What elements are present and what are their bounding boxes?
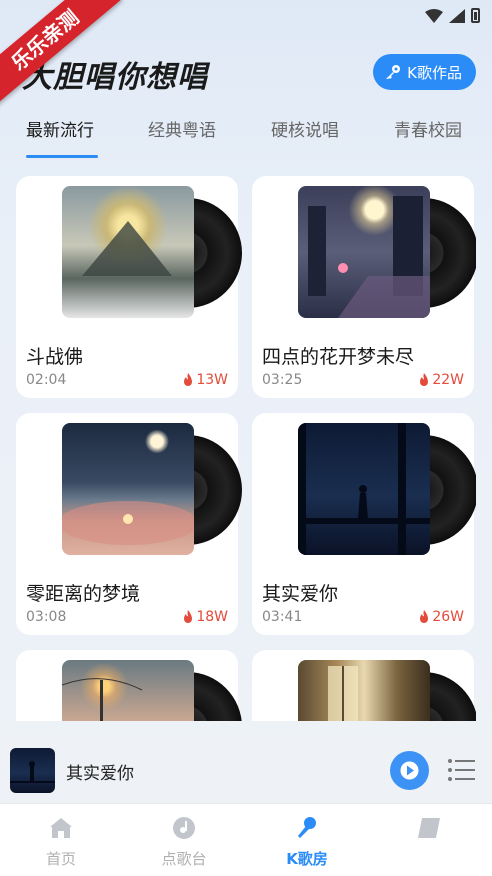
nav-profile[interactable]: [379, 804, 479, 876]
song-cover: [62, 423, 194, 555]
nav-home[interactable]: 首页: [11, 804, 111, 876]
nav-song-request[interactable]: 点歌台: [134, 804, 234, 876]
song-cover: [298, 423, 430, 555]
fire-icon: [420, 610, 429, 623]
now-playing-title: 其实爱你: [66, 764, 134, 784]
song-card[interactable]: [16, 650, 242, 721]
music-disc-icon: [173, 817, 195, 839]
play-button[interactable]: [390, 751, 429, 790]
play-count: 18W: [182, 609, 228, 625]
song-grid: 斗战佛 02:04 13W 四点的花开梦未尽 03:25 22W 零距离的梦境 …: [16, 176, 476, 721]
song-card[interactable]: 斗战佛 02:04 13W: [16, 176, 242, 398]
song-cover: [62, 660, 194, 721]
home-icon: [50, 818, 72, 838]
song-title: 斗战佛: [26, 346, 84, 368]
song-cover: [298, 660, 430, 721]
wifi-icon: [425, 8, 443, 23]
song-title: 零距离的梦境: [26, 583, 141, 605]
song-duration: 03:08: [26, 609, 67, 625]
k-song-works-button[interactable]: K歌作品: [373, 54, 476, 90]
profile-card-icon: [418, 818, 440, 838]
battery-icon: [471, 8, 480, 23]
fire-icon: [184, 610, 193, 623]
active-tab-indicator: [26, 155, 98, 158]
player-cover: [10, 748, 55, 793]
play-count: 13W: [182, 372, 228, 388]
song-duration: 02:04: [26, 372, 67, 388]
works-button-label: K歌作品: [407, 63, 462, 82]
play-count: 26W: [418, 609, 464, 625]
ribbon-label: 乐乐亲测: [0, 0, 122, 109]
song-cover: [62, 186, 194, 318]
play-icon: [400, 761, 419, 780]
song-card[interactable]: 零距离的梦境 03:08 18W: [16, 413, 242, 635]
play-count: 22W: [418, 372, 464, 388]
song-duration: 03:25: [262, 372, 303, 388]
corner-ribbon: 乐乐亲测: [0, 0, 130, 130]
bottom-navigation: 首页 点歌台 K歌房: [0, 803, 492, 876]
song-duration: 03:41: [262, 609, 303, 625]
song-card[interactable]: 四点的花开梦未尽 03:25 22W: [252, 176, 476, 398]
mini-player[interactable]: 其实爱你: [0, 737, 492, 803]
song-card[interactable]: 其实爱你 03:41 26W: [252, 413, 476, 635]
tab-rap[interactable]: 硬核说唱: [271, 116, 339, 141]
playlist-icon[interactable]: [447, 757, 475, 783]
key-icon: [386, 65, 401, 79]
song-card[interactable]: [252, 650, 476, 721]
song-title: 其实爱你: [262, 583, 339, 605]
signal-icon: [449, 8, 465, 23]
song-title: 四点的花开梦未尽: [262, 346, 415, 368]
tab-cantonese[interactable]: 经典粤语: [148, 116, 216, 141]
fire-icon: [184, 373, 193, 386]
tab-campus[interactable]: 青春校园: [394, 116, 462, 141]
nav-k-room[interactable]: K歌房: [257, 804, 357, 876]
microphone-icon: [298, 817, 316, 838]
song-cover: [298, 186, 430, 318]
fire-icon: [420, 373, 429, 386]
